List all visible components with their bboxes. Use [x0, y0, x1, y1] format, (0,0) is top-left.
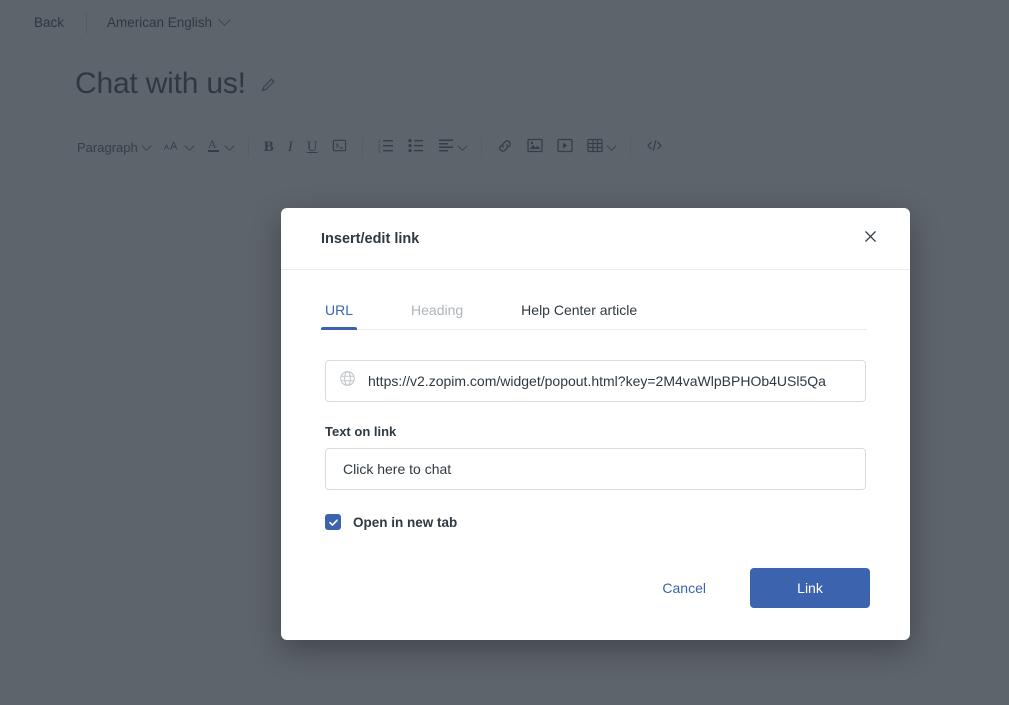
dialog-body: URL Heading Help Center article https://…	[281, 270, 910, 530]
open-in-new-tab-label: Open in new tab	[353, 515, 457, 530]
link-submit-button[interactable]: Link	[750, 568, 870, 608]
dialog-header: Insert/edit link	[281, 208, 910, 270]
open-in-new-tab-row[interactable]: Open in new tab	[325, 514, 866, 530]
url-field[interactable]: https://v2.zopim.com/widget/popout.html?…	[325, 360, 866, 402]
tab-heading[interactable]: Heading	[409, 292, 465, 329]
dialog-title: Insert/edit link	[321, 231, 419, 247]
close-button[interactable]	[855, 224, 885, 254]
close-icon	[863, 229, 878, 249]
open-in-new-tab-checkbox[interactable]	[325, 514, 341, 530]
link-type-tabs: URL Heading Help Center article	[323, 292, 867, 330]
globe-icon	[339, 370, 356, 392]
text-on-link-input[interactable]: Click here to chat	[343, 461, 451, 477]
insert-edit-link-dialog: Insert/edit link URL Heading Help Center…	[281, 208, 910, 640]
dialog-footer: Cancel Link	[281, 530, 910, 640]
checkmark-icon	[328, 517, 339, 528]
tab-url[interactable]: URL	[323, 292, 355, 329]
text-on-link-label: Text on link	[325, 424, 866, 439]
url-input[interactable]: https://v2.zopim.com/widget/popout.html?…	[368, 373, 852, 389]
cancel-button[interactable]: Cancel	[640, 569, 728, 607]
text-on-link-field[interactable]: Click here to chat	[325, 448, 866, 490]
tab-help-center-article[interactable]: Help Center article	[519, 292, 639, 329]
